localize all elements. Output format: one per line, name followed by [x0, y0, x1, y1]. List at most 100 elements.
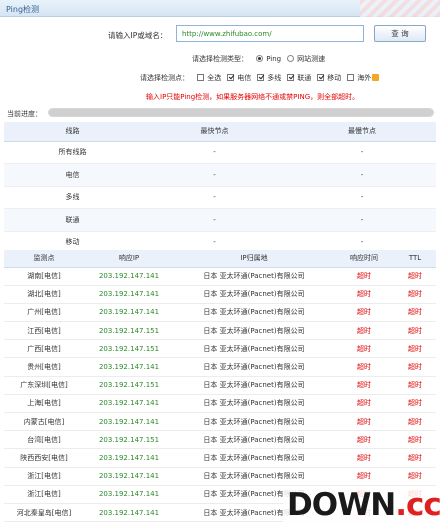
query-button[interactable]: 查 询	[374, 25, 426, 42]
response-ip-cell: 203.192.147.141	[84, 485, 174, 504]
results-header-cell: TTL	[394, 250, 436, 268]
watermark-logo: DOWN.cc	[287, 487, 440, 523]
table-row: 贵州[电信] 203.192.147.141 日本 亚太环通(Pacnet)有限公司…	[4, 357, 436, 377]
window-title: Ping检测	[6, 5, 40, 14]
monitor-point-cell: 湖南[电信]	[4, 267, 84, 286]
table-row: 湖北[电信] 203.192.147.141 日本 亚太环通(Pacnet)有限公司…	[4, 285, 436, 304]
detect-node-option-label: 联通	[297, 74, 312, 82]
table-row: 浙江[电信] 203.192.147.141 日本 亚太环通(Pacnet)有限公司…	[4, 467, 436, 486]
monitor-point-cell: 江西[电信]	[4, 321, 84, 341]
summary-cell: 多线	[4, 186, 141, 209]
monitor-point-cell: 内蒙古[电信]	[4, 412, 84, 432]
monitor-point-cell: 河北秦皇岛[电信]	[4, 503, 84, 523]
checkbox[interactable]	[317, 74, 325, 81]
checkbox[interactable]	[257, 74, 265, 81]
summary-cell: -	[288, 141, 436, 164]
detect-type-option-label: 网站测速	[297, 55, 326, 63]
response-time-cell: 超时	[334, 376, 394, 395]
results-header-cell: IP归属地	[174, 250, 334, 268]
table-row: 湖南[电信] 203.192.147.141 日本 亚太环通(Pacnet)有限公司…	[4, 267, 436, 286]
ip-location-cell: 日本 亚太环通(Pacnet)有限公司	[174, 339, 334, 359]
monitor-point-cell: 浙江[电信]	[4, 467, 84, 486]
detect-node-label: 请选择检测点：	[140, 74, 189, 82]
detect-node-row: 请选择检测点： 全选 电信 多线 联通 移动 海外	[140, 73, 380, 83]
ttl-cell: 超时	[394, 339, 436, 359]
response-ip-cell: 203.192.147.151	[84, 376, 174, 395]
detect-node-option[interactable]: 全选	[197, 73, 221, 83]
detect-type-option-label: Ping	[266, 55, 282, 63]
detect-node-option[interactable]: 联通	[287, 73, 311, 83]
ttl-cell: 超时	[394, 357, 436, 377]
response-ip-cell: 203.192.147.141	[84, 412, 174, 432]
ip-location-cell: 日本 亚太环通(Pacnet)有限公司	[174, 285, 334, 304]
ip-location-cell: 日本 亚太环通(Pacnet)有限公司	[174, 412, 334, 432]
ip-location-cell: 日本 亚太环通(Pacnet)有限公司	[174, 357, 334, 377]
detect-node-option[interactable]: 电信	[227, 73, 251, 83]
watermark: DOWN.cc	[283, 486, 440, 527]
table-row: 台湾[电信] 203.192.147.151 日本 亚太环通(Pacnet)有限公司…	[4, 430, 436, 450]
checkbox[interactable]	[287, 74, 295, 81]
url-input[interactable]	[176, 25, 364, 42]
response-time-cell: 超时	[334, 321, 394, 341]
monitor-point-cell: 湖北[电信]	[4, 285, 84, 304]
response-ip-cell: 203.192.147.151	[84, 321, 174, 341]
ip-location-cell: 日本 亚太环通(Pacnet)有限公司	[174, 303, 334, 323]
summary-table: 线路 最快节点 最慢节点 所有线路 - - 电信 - - 多线 - - 联通 - - 移动 - -	[4, 122, 436, 254]
ttl-cell: 超时	[394, 394, 436, 414]
response-time-cell: 超时	[334, 285, 394, 304]
detect-node-option-label: 多线	[267, 74, 282, 82]
monitor-point-cell: 贵州[电信]	[4, 357, 84, 377]
radio-button[interactable]	[287, 55, 295, 62]
monitor-point-cell: 浙江[电信]	[4, 485, 84, 504]
summary-header-cell: 最慢节点	[288, 122, 436, 142]
title-decoration	[360, 0, 440, 17]
table-row: 内蒙古[电信] 203.192.147.141 日本 亚太环通(Pacnet)有限公…	[4, 412, 436, 432]
detect-node-option[interactable]: 海外	[347, 73, 380, 83]
url-label: 请输入IP或域名：	[108, 31, 168, 40]
ip-location-cell: 日本 亚太环通(Pacnet)有限公司	[174, 430, 334, 450]
ttl-cell: 超时	[394, 376, 436, 395]
summary-cell: -	[141, 208, 288, 232]
ip-location-cell: 日本 亚太环通(Pacnet)有限公司	[174, 448, 334, 468]
detect-type-label: 请选择检测类型：	[192, 55, 248, 63]
response-time-cell: 超时	[334, 303, 394, 323]
ttl-cell: 超时	[394, 267, 436, 286]
summary-cell: -	[141, 163, 288, 187]
detect-type-row: 请选择检测类型： Ping 网站测速	[192, 54, 325, 64]
ip-location-cell: 日本 亚太环通(Pacnet)有限公司	[174, 376, 334, 395]
detect-node-option[interactable]: 多线	[257, 73, 281, 83]
ttl-cell: 超时	[394, 285, 436, 304]
table-row: 广西[电信] 203.192.147.151 日本 亚太环通(Pacnet)有限公司…	[4, 339, 436, 359]
summary-cell: 电信	[4, 163, 141, 187]
detect-node-option-label: 海外	[357, 74, 372, 82]
detect-node-option[interactable]: 移动	[317, 73, 341, 83]
detect-type-option[interactable]: 网站测速	[287, 54, 325, 64]
response-ip-cell: 203.192.147.141	[84, 394, 174, 414]
progress-fill	[49, 109, 433, 116]
summary-row: 联通 - -	[4, 208, 436, 232]
results-header-cell: 监测点	[4, 250, 84, 268]
response-ip-cell: 203.192.147.141	[84, 503, 174, 523]
response-ip-cell: 203.192.147.151	[84, 430, 174, 450]
summary-header-cell: 最快节点	[141, 122, 288, 142]
response-time-cell: 超时	[334, 448, 394, 468]
summary-cell: -	[288, 163, 436, 187]
checkbox[interactable]	[227, 74, 235, 81]
summary-cell: -	[288, 208, 436, 232]
response-time-cell: 超时	[334, 339, 394, 359]
monitor-point-cell: 陕西西安[电信]	[4, 448, 84, 468]
ttl-cell: 超时	[394, 467, 436, 486]
radio-button[interactable]	[256, 55, 264, 62]
checkbox[interactable]	[197, 74, 205, 81]
summary-header-cell: 线路	[4, 122, 141, 142]
detect-type-option[interactable]: Ping	[256, 55, 281, 63]
ttl-cell: 超时	[394, 412, 436, 432]
response-time-cell: 超时	[334, 267, 394, 286]
response-time-cell: 超时	[334, 394, 394, 414]
summary-row: 多线 - -	[4, 186, 436, 209]
table-row: 陕西西安[电信] 203.192.147.141 日本 亚太环通(Pacnet)有限…	[4, 448, 436, 468]
summary-cell: -	[141, 141, 288, 164]
response-ip-cell: 203.192.147.141	[84, 303, 174, 323]
checkbox[interactable]	[347, 74, 355, 81]
title-bar: Ping检测	[0, 0, 440, 17]
